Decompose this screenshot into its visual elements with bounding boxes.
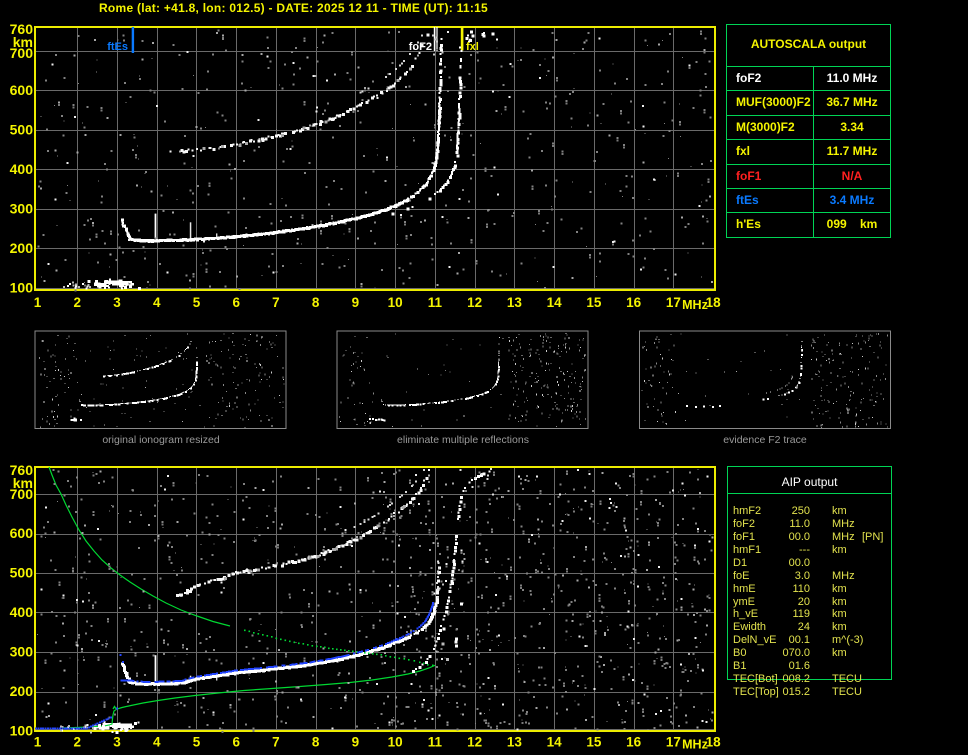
svg-text:15: 15 <box>586 735 602 750</box>
svg-text:15: 15 <box>586 295 602 310</box>
svg-text:6: 6 <box>232 295 240 310</box>
svg-text:17: 17 <box>666 295 681 310</box>
svg-text:500: 500 <box>10 122 34 138</box>
svg-text:13: 13 <box>507 735 523 750</box>
svg-text:8: 8 <box>312 295 320 310</box>
svg-text:18: 18 <box>706 295 722 310</box>
svg-text:18: 18 <box>706 735 722 750</box>
svg-text:foF2: foF2 <box>409 41 432 53</box>
svg-text:14: 14 <box>547 735 563 750</box>
svg-text:MHz: MHz <box>682 738 708 752</box>
svg-text:17: 17 <box>666 735 681 750</box>
svg-text:12: 12 <box>467 295 482 310</box>
svg-text:9: 9 <box>352 735 360 750</box>
svg-text:4: 4 <box>153 295 161 310</box>
svg-text:fxl: fxl <box>466 41 479 53</box>
svg-text:400: 400 <box>10 604 34 620</box>
svg-text:500: 500 <box>10 565 34 581</box>
svg-text:300: 300 <box>10 644 34 660</box>
svg-text:ftEs: ftEs <box>107 41 128 53</box>
svg-text:600: 600 <box>10 525 34 541</box>
svg-text:200: 200 <box>10 240 34 256</box>
svg-text:11: 11 <box>428 735 443 750</box>
svg-text:evidence F2 trace: evidence F2 trace <box>723 434 807 446</box>
svg-text:700: 700 <box>10 486 34 502</box>
svg-text:5: 5 <box>193 295 201 310</box>
svg-text:13: 13 <box>507 295 523 310</box>
svg-text:MHz: MHz <box>682 298 708 312</box>
svg-text:16: 16 <box>626 295 642 310</box>
svg-text:400: 400 <box>10 161 34 177</box>
svg-text:100: 100 <box>10 280 34 296</box>
svg-text:100: 100 <box>10 723 34 739</box>
svg-text:600: 600 <box>10 82 34 98</box>
svg-text:3: 3 <box>113 735 121 750</box>
svg-text:12: 12 <box>467 735 482 750</box>
svg-text:14: 14 <box>547 295 563 310</box>
svg-text:2: 2 <box>73 295 81 310</box>
svg-text:original ionogram resized: original ionogram resized <box>102 434 219 446</box>
svg-text:9: 9 <box>352 295 360 310</box>
svg-text:4: 4 <box>153 735 161 750</box>
svg-text:5: 5 <box>193 735 201 750</box>
svg-text:3: 3 <box>113 295 121 310</box>
svg-text:7: 7 <box>272 735 280 750</box>
svg-text:700: 700 <box>10 45 34 61</box>
svg-text:2: 2 <box>73 735 81 750</box>
svg-text:1: 1 <box>34 735 42 750</box>
svg-text:200: 200 <box>10 683 34 699</box>
svg-text:8: 8 <box>312 735 320 750</box>
svg-text:eliminate multiple reflections: eliminate multiple reflections <box>397 434 529 446</box>
svg-text:10: 10 <box>388 295 403 310</box>
svg-text:6: 6 <box>232 735 240 750</box>
svg-text:16: 16 <box>626 735 642 750</box>
svg-text:300: 300 <box>10 201 34 217</box>
svg-text:7: 7 <box>272 295 280 310</box>
svg-text:1: 1 <box>34 295 42 310</box>
svg-text:11: 11 <box>428 295 443 310</box>
svg-text:10: 10 <box>388 735 403 750</box>
